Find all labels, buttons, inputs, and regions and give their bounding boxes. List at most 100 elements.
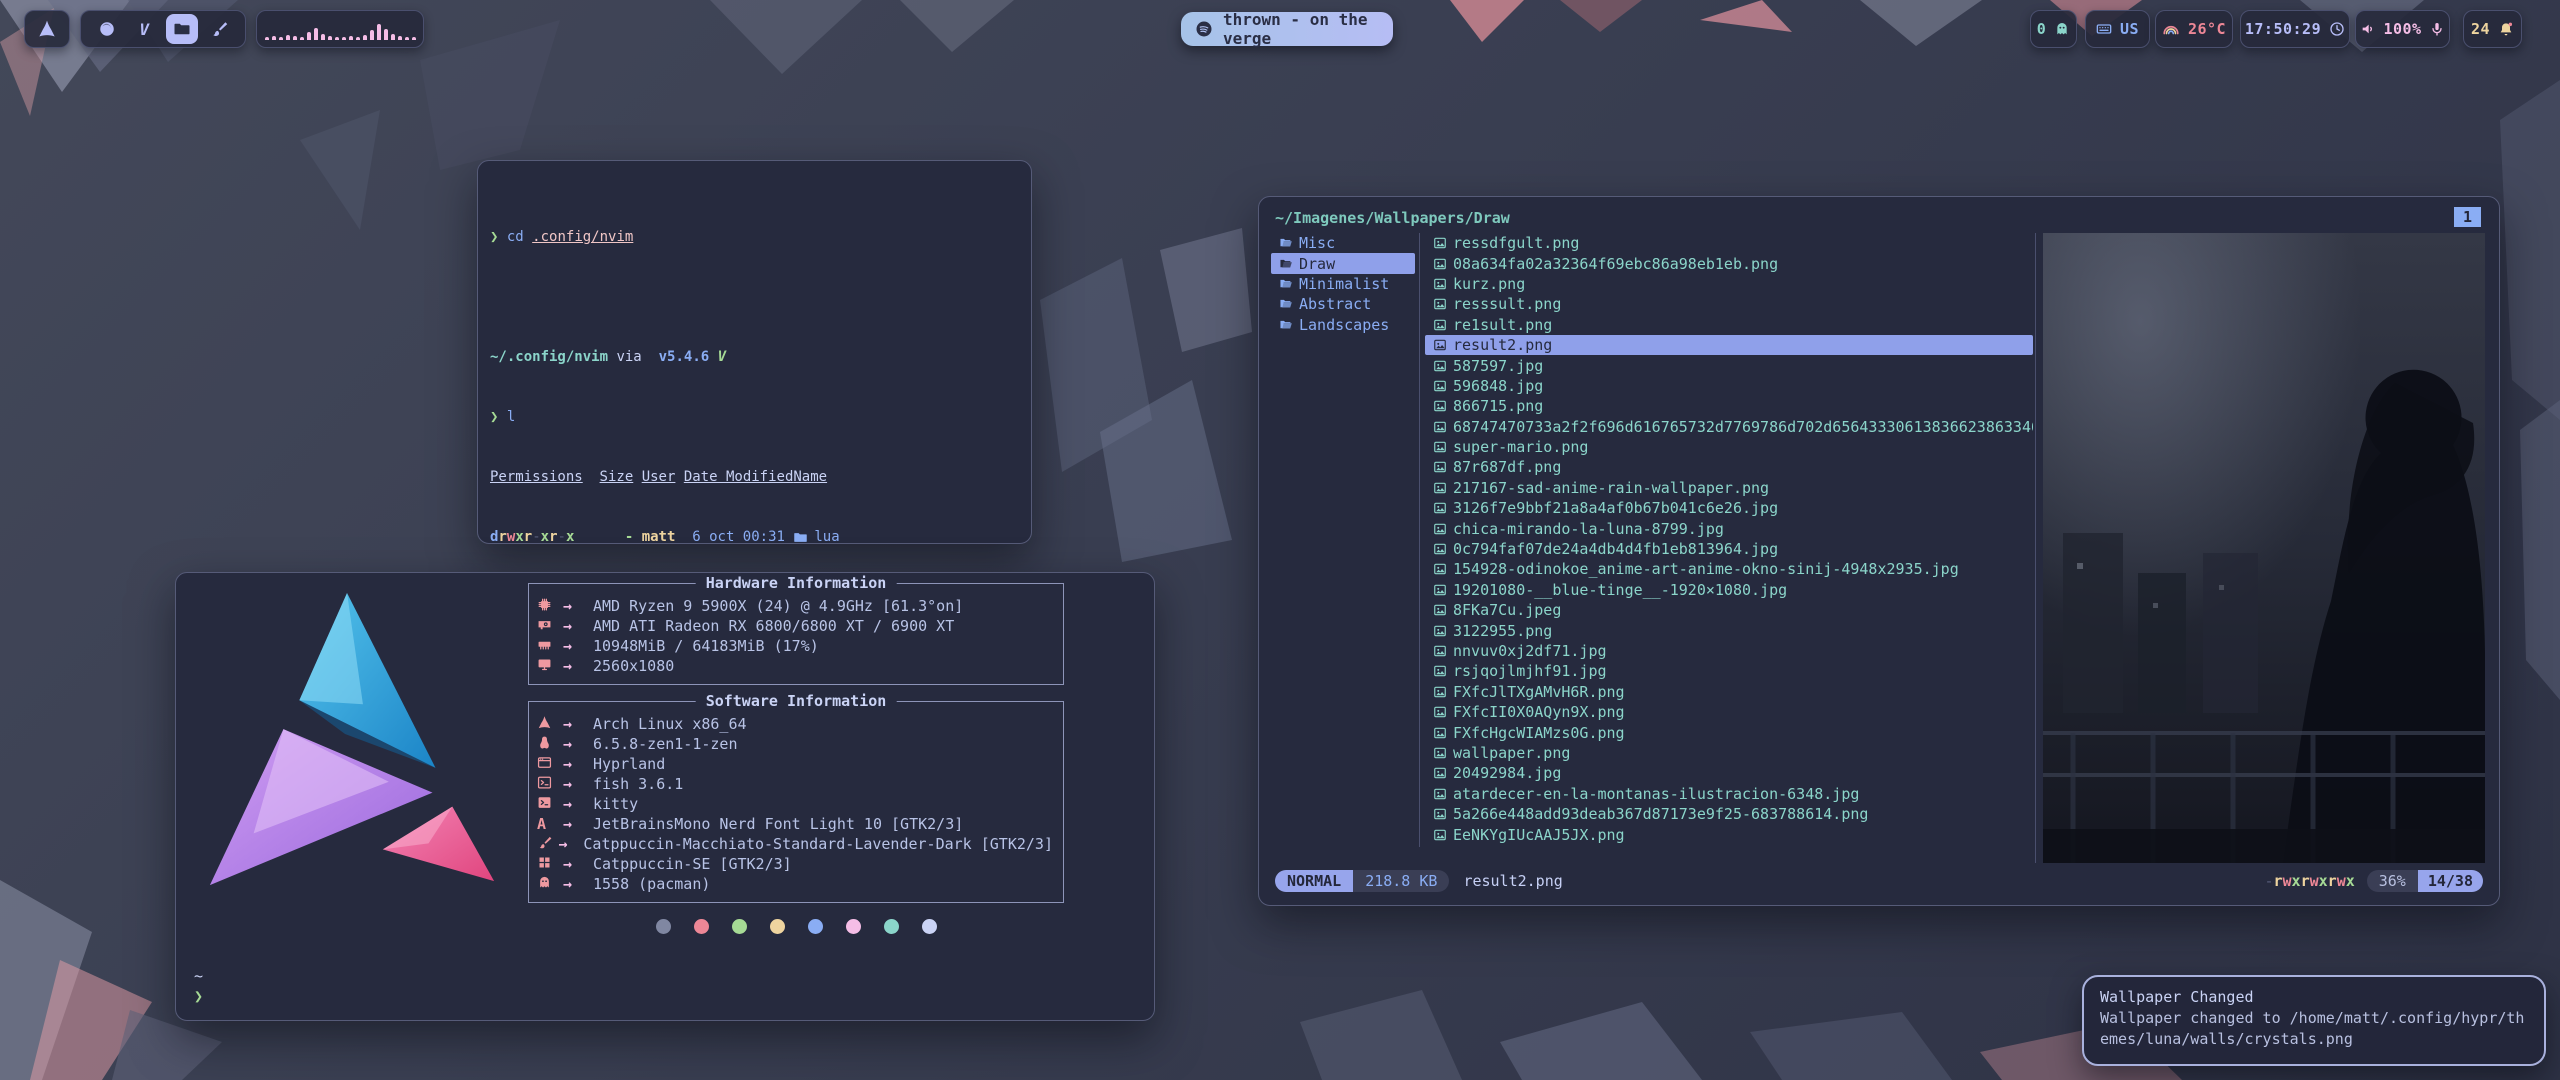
arch-icon xyxy=(537,715,552,730)
module-clock[interactable]: 17:50:29 xyxy=(2240,10,2350,48)
file-row[interactable]: FXfcII0X0AQyn9X.png xyxy=(1425,702,2033,722)
file-row[interactable]: wallpaper.png xyxy=(1425,743,2033,763)
file-row[interactable]: resssult.png xyxy=(1425,294,2033,314)
file-list: ressdfgult.png08a634fa02a32364f69ebc86a9… xyxy=(1425,233,2033,845)
file-row[interactable]: ressdfgult.png xyxy=(1425,233,2033,253)
software-info-title: Software Information xyxy=(696,692,897,710)
file-row[interactable]: 587597.jpg xyxy=(1425,355,2033,375)
image-icon xyxy=(1433,746,1447,760)
file-row-label: 3126f7e9bbf21a8a4af0b67b041c6e26.jpg xyxy=(1453,499,1778,517)
sidebar-folder-landscapes[interactable]: Landscapes xyxy=(1271,315,1415,335)
file-row[interactable]: chica-mirando-la-luna-8799.jpg xyxy=(1425,518,2033,538)
preview-separator xyxy=(2035,233,2036,863)
file-row[interactable]: 68747470733a2f2f696d616765732d7769786d70… xyxy=(1425,417,2033,437)
module-weather[interactable]: 26°C xyxy=(2155,10,2233,48)
notification-toast[interactable]: Wallpaper Changed Wallpaper changed to /… xyxy=(2082,975,2546,1066)
sidebar-folder-misc[interactable]: Misc xyxy=(1271,233,1415,253)
file-row[interactable]: result2.png xyxy=(1425,335,2033,355)
file-row[interactable]: FXfcJlTXgAMvH6R.png xyxy=(1425,682,2033,702)
hardware-info-title: Hardware Information xyxy=(696,574,897,592)
sidebar-folder-label: Abstract xyxy=(1299,295,1371,313)
file-row[interactable]: super-mario.png xyxy=(1425,437,2033,457)
palette-dot xyxy=(656,919,671,934)
file-row[interactable]: rsjqojlmjhf91.jpg xyxy=(1425,661,2033,681)
visualizer-bar xyxy=(398,36,402,40)
sidebar-folder-minimalist[interactable]: Minimalist xyxy=(1271,274,1415,294)
file-row-label: EeNKYgIUcAAJ5JX.png xyxy=(1453,826,1625,844)
fetch-window[interactable]: Hardware Information →AMD Ryzen 9 5900X … xyxy=(175,572,1155,1021)
file-name: lua xyxy=(814,527,839,544)
notification-title: Wallpaper Changed xyxy=(2100,987,2528,1008)
file-row-label: 217167-sad-anime-rain-wallpaper.png xyxy=(1453,479,1769,497)
file-row[interactable]: 3122955.png xyxy=(1425,620,2033,640)
file-row[interactable]: 20492984.jpg xyxy=(1425,763,2033,783)
brush-icon xyxy=(210,20,228,38)
file-row-label: 587597.jpg xyxy=(1453,357,1543,375)
folder-icon xyxy=(793,530,808,545)
file-row[interactable]: 5a266e448add93deab367d87173e9f25-6837886… xyxy=(1425,804,2033,824)
file-row-label: 596848.jpg xyxy=(1453,377,1543,395)
file-row[interactable]: 87r687df.png xyxy=(1425,457,2033,477)
file-row[interactable]: 8FKa7Cu.jpeg xyxy=(1425,600,2033,620)
terminal-window[interactable]: ❯ cd .config/nvim ~/.config/nvim via v5.… xyxy=(477,160,1032,544)
file-row[interactable]: nnvuv0xj2df71.jpg xyxy=(1425,641,2033,661)
module-notifications[interactable]: 24 xyxy=(2463,10,2522,48)
mode-indicator: NORMAL xyxy=(1275,870,1353,892)
image-icon xyxy=(1433,460,1447,474)
file-row[interactable]: re1sult.png xyxy=(1425,315,2033,335)
file-row[interactable]: FXfcHgcWIAMzs0G.png xyxy=(1425,722,2033,742)
workspace-button-firefox[interactable] xyxy=(91,14,123,44)
file-row-label: FXfcHgcWIAMzs0G.png xyxy=(1453,724,1625,742)
fetch-item: →kitty xyxy=(537,794,1053,814)
image-icon xyxy=(1433,603,1447,617)
sidebar-folder-abstract[interactable]: Abstract xyxy=(1271,294,1415,314)
launcher-button[interactable] xyxy=(24,10,70,48)
now-playing-pill[interactable]: thrown - on the verge xyxy=(1181,12,1393,46)
visualizer-bar xyxy=(321,34,325,40)
fetch-item: →AMD ATI Radeon RX 6800/6800 XT / 6900 X… xyxy=(537,616,1053,636)
palette-dot xyxy=(732,919,747,934)
file-permissions: -rwxrwxrwx xyxy=(2264,872,2354,890)
tab-indicator[interactable]: 1 xyxy=(2454,207,2481,227)
image-icon xyxy=(1433,501,1447,515)
image-icon xyxy=(1433,257,1447,271)
fetch-item: A→JetBrainsMono Nerd Font Light 10 [GTK2… xyxy=(537,814,1053,834)
shell-icon xyxy=(537,775,552,790)
palette-dot xyxy=(846,919,861,934)
workspace-button-folder[interactable] xyxy=(166,14,198,44)
workspace-button-brush[interactable] xyxy=(204,14,236,44)
file-row[interactable]: 596848.jpg xyxy=(1425,376,2033,396)
sidebar-folder-draw[interactable]: Draw xyxy=(1271,253,1415,273)
file-row[interactable]: 3126f7e9bbf21a8a4af0b67b041c6e26.jpg xyxy=(1425,498,2033,518)
file-manager-window[interactable]: ~/Imagenes/Wallpapers/Draw 1 MiscDrawMin… xyxy=(1258,196,2500,906)
image-preview-pane xyxy=(2043,233,2485,863)
file-row[interactable]: 08a634fa02a32364f69ebc86a98eb1eb.png xyxy=(1425,253,2033,273)
file-row[interactable]: 19201080-__blue-tinge__-1920×1080.jpg xyxy=(1425,580,2033,600)
notification-body: Wallpaper changed to /home/matt/.config/… xyxy=(2100,1008,2528,1050)
visualizer-bar xyxy=(356,37,360,40)
file-row-label: FXfcJlTXgAMvH6R.png xyxy=(1453,683,1625,701)
visualizer-bar xyxy=(293,36,297,40)
prompt-path: ~ xyxy=(194,966,203,986)
ls-header-name: Name xyxy=(793,467,827,487)
file-row[interactable]: 154928-odinokoe_anime-art-anime-okno-sin… xyxy=(1425,559,2033,579)
file-row[interactable]: EeNKYgIUcAAJ5JX.png xyxy=(1425,824,2033,844)
file-row[interactable]: 866715.png xyxy=(1425,396,2033,416)
file-row[interactable]: 0c794faf07de24a4db4d4fb1eb813964.jpg xyxy=(1425,539,2033,559)
visualizer-bar xyxy=(391,34,395,40)
fetch-item: →fish 3.6.1 xyxy=(537,774,1053,794)
visualizer-bar xyxy=(286,35,290,40)
file-row-label: wallpaper.png xyxy=(1453,744,1570,762)
fetch-item-value: Arch Linux x86_64 xyxy=(593,715,747,733)
module-audio[interactable]: 100% xyxy=(2355,10,2450,48)
image-icon xyxy=(1433,522,1447,536)
image-icon xyxy=(1433,481,1447,495)
file-row[interactable]: 217167-sad-anime-rain-wallpaper.png xyxy=(1425,478,2033,498)
workspace-button-vim[interactable]: V xyxy=(129,14,161,44)
module-keyboard-layout[interactable]: US xyxy=(2085,10,2150,48)
gpu-icon xyxy=(537,617,552,632)
file-row[interactable]: atardecer-en-la-montanas-ilustracion-634… xyxy=(1425,784,2033,804)
image-icon xyxy=(1433,726,1447,740)
file-row[interactable]: kurz.png xyxy=(1425,274,2033,294)
module-updates[interactable]: 0 xyxy=(2030,10,2077,48)
